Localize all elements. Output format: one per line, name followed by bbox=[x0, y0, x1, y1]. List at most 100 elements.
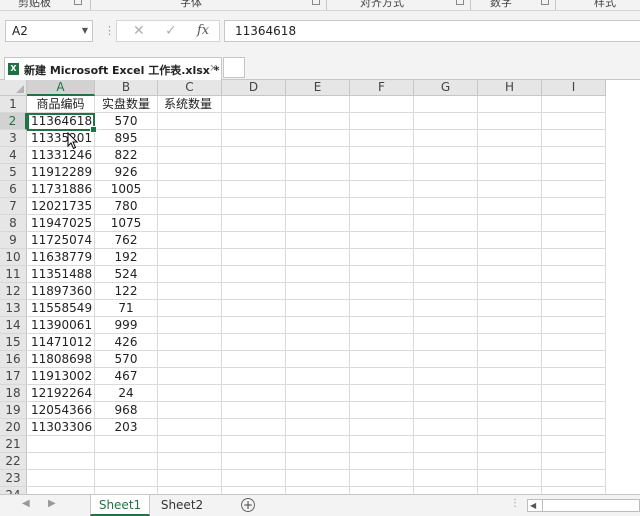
cell-h8[interactable] bbox=[478, 215, 542, 232]
cell-g4[interactable] bbox=[414, 147, 478, 164]
cell-c19[interactable] bbox=[158, 402, 222, 419]
cell-a19[interactable]: 12054366 bbox=[27, 402, 95, 419]
cell-d18[interactable] bbox=[222, 385, 286, 402]
cell-a14[interactable]: 11390061 bbox=[27, 317, 95, 334]
cell-g14[interactable] bbox=[414, 317, 478, 334]
cell-i10[interactable] bbox=[542, 249, 606, 266]
cell-h10[interactable] bbox=[478, 249, 542, 266]
column-header-e[interactable]: E bbox=[286, 80, 350, 96]
cell-e14[interactable] bbox=[286, 317, 350, 334]
cell-g9[interactable] bbox=[414, 232, 478, 249]
cell-i12[interactable] bbox=[542, 283, 606, 300]
scrollbar-thumb[interactable] bbox=[542, 500, 543, 511]
cell-e7[interactable] bbox=[286, 198, 350, 215]
cell-f21[interactable] bbox=[350, 436, 414, 453]
cell-f8[interactable] bbox=[350, 215, 414, 232]
cell-f14[interactable] bbox=[350, 317, 414, 334]
cell-b24[interactable] bbox=[95, 487, 158, 494]
cell-i15[interactable] bbox=[542, 334, 606, 351]
cell-e19[interactable] bbox=[286, 402, 350, 419]
cell-c8[interactable] bbox=[158, 215, 222, 232]
cell-i3[interactable] bbox=[542, 130, 606, 147]
cell-h5[interactable] bbox=[478, 164, 542, 181]
cell-f3[interactable] bbox=[350, 130, 414, 147]
cell-c14[interactable] bbox=[158, 317, 222, 334]
cell-d22[interactable] bbox=[222, 453, 286, 470]
horizontal-scrollbar[interactable]: ◀ bbox=[527, 499, 640, 512]
row-header-2[interactable]: 2 bbox=[0, 113, 27, 130]
cell-a4[interactable]: 11331246 bbox=[27, 147, 95, 164]
cell-e9[interactable] bbox=[286, 232, 350, 249]
row-header-15[interactable]: 15 bbox=[0, 334, 27, 351]
cell-e16[interactable] bbox=[286, 351, 350, 368]
cell-a23[interactable] bbox=[27, 470, 95, 487]
name-box[interactable]: A2 ▼ bbox=[5, 20, 93, 42]
cell-f23[interactable] bbox=[350, 470, 414, 487]
cell-b8[interactable]: 1075 bbox=[95, 215, 158, 232]
cell-g11[interactable] bbox=[414, 266, 478, 283]
cell-g3[interactable] bbox=[414, 130, 478, 147]
cell-h13[interactable] bbox=[478, 300, 542, 317]
cell-h3[interactable] bbox=[478, 130, 542, 147]
cell-i19[interactable] bbox=[542, 402, 606, 419]
cell-d13[interactable] bbox=[222, 300, 286, 317]
cell-f19[interactable] bbox=[350, 402, 414, 419]
cell-g5[interactable] bbox=[414, 164, 478, 181]
cell-e3[interactable] bbox=[286, 130, 350, 147]
workbook-tab[interactable]: X 新建 Microsoft Excel 工作表.xlsx * × bbox=[4, 57, 222, 80]
cell-b12[interactable]: 122 bbox=[95, 283, 158, 300]
cell-g22[interactable] bbox=[414, 453, 478, 470]
cell-e4[interactable] bbox=[286, 147, 350, 164]
cell-h7[interactable] bbox=[478, 198, 542, 215]
cell-d1[interactable] bbox=[222, 96, 286, 113]
cell-a13[interactable]: 11558549 bbox=[27, 300, 95, 317]
cell-d8[interactable] bbox=[222, 215, 286, 232]
cell-c5[interactable] bbox=[158, 164, 222, 181]
cell-d21[interactable] bbox=[222, 436, 286, 453]
cell-a6[interactable]: 11731886 bbox=[27, 181, 95, 198]
cell-f22[interactable] bbox=[350, 453, 414, 470]
cell-i16[interactable] bbox=[542, 351, 606, 368]
cell-f11[interactable] bbox=[350, 266, 414, 283]
cell-f7[interactable] bbox=[350, 198, 414, 215]
ribbon-group-clipboard[interactable]: 剪贴板 bbox=[18, 0, 51, 10]
column-header-a[interactable]: A bbox=[27, 80, 95, 96]
cell-h17[interactable] bbox=[478, 368, 542, 385]
cell-h16[interactable] bbox=[478, 351, 542, 368]
cell-h18[interactable] bbox=[478, 385, 542, 402]
cell-b14[interactable]: 999 bbox=[95, 317, 158, 334]
cell-h1[interactable] bbox=[478, 96, 542, 113]
tab-splitter-icon[interactable]: ⋮ bbox=[510, 498, 520, 509]
cell-e22[interactable] bbox=[286, 453, 350, 470]
cell-h21[interactable] bbox=[478, 436, 542, 453]
formula-input[interactable]: 11364618 bbox=[224, 20, 640, 42]
cell-c24[interactable] bbox=[158, 487, 222, 494]
cell-c9[interactable] bbox=[158, 232, 222, 249]
cell-e24[interactable] bbox=[286, 487, 350, 494]
row-header-1[interactable]: 1 bbox=[0, 96, 27, 113]
row-header-18[interactable]: 18 bbox=[0, 385, 27, 402]
cell-b18[interactable]: 24 bbox=[95, 385, 158, 402]
row-header-11[interactable]: 11 bbox=[0, 266, 27, 283]
cell-b6[interactable]: 1005 bbox=[95, 181, 158, 198]
cell-c10[interactable] bbox=[158, 249, 222, 266]
worksheet-grid[interactable]: ABCDEFGHI 1 2 3 4 5 6 7 8 9 10 11 12 13 14 15 16 17 18 19 2… bbox=[0, 80, 640, 494]
cell-e1[interactable] bbox=[286, 96, 350, 113]
row-header-22[interactable]: 22 bbox=[0, 453, 27, 470]
cell-h11[interactable] bbox=[478, 266, 542, 283]
cell-g21[interactable] bbox=[414, 436, 478, 453]
row-header-12[interactable]: 12 bbox=[0, 283, 27, 300]
cell-b17[interactable]: 467 bbox=[95, 368, 158, 385]
row-header-24[interactable]: 24 bbox=[0, 487, 27, 494]
ribbon-group-alignment[interactable]: 对齐方式 bbox=[360, 0, 404, 10]
row-header-8[interactable]: 8 bbox=[0, 215, 27, 232]
cell-c13[interactable] bbox=[158, 300, 222, 317]
cell-g15[interactable] bbox=[414, 334, 478, 351]
cell-f20[interactable] bbox=[350, 419, 414, 436]
cell-c17[interactable] bbox=[158, 368, 222, 385]
cell-f10[interactable] bbox=[350, 249, 414, 266]
cell-i24[interactable] bbox=[542, 487, 606, 494]
cell-h19[interactable] bbox=[478, 402, 542, 419]
cell-d17[interactable] bbox=[222, 368, 286, 385]
cell-a8[interactable]: 11947025 bbox=[27, 215, 95, 232]
